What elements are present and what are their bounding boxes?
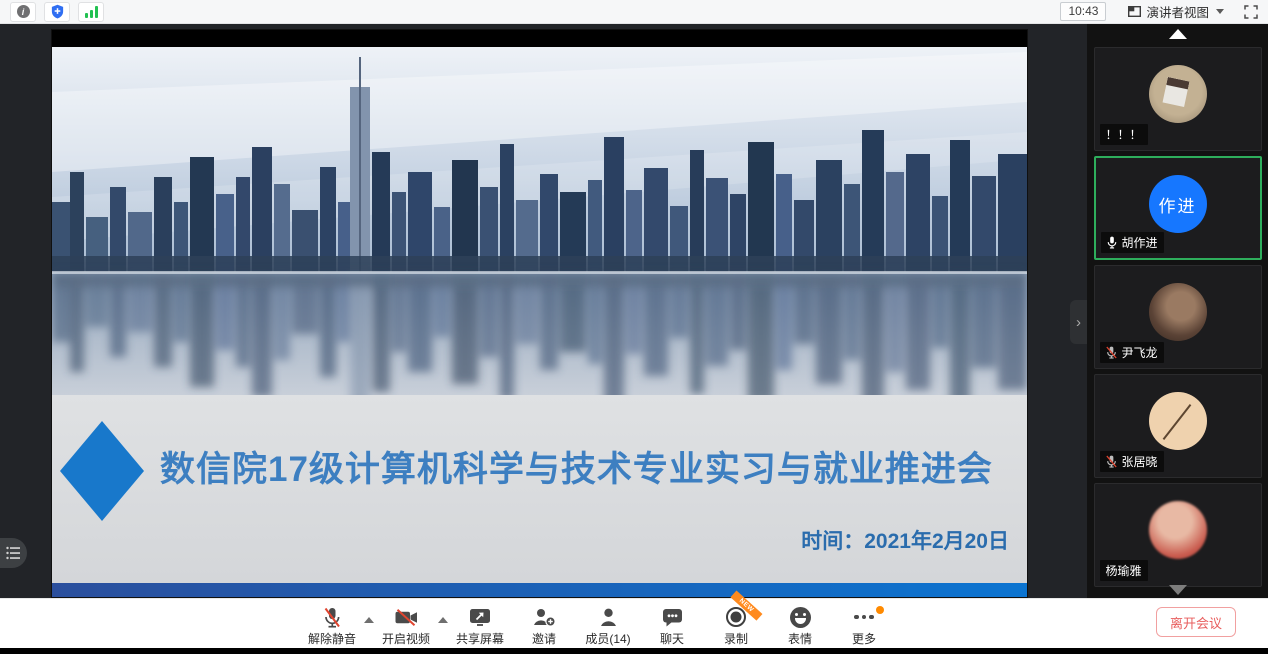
more-button[interactable]: 更多: [838, 605, 890, 647]
more-label: 更多: [852, 630, 876, 647]
participant-tile-active-speaker[interactable]: 作进 胡作进: [1094, 156, 1262, 260]
scroll-up-arrow[interactable]: [1169, 29, 1187, 39]
start-video-label: 开启视频: [382, 630, 430, 647]
notification-dot: [876, 606, 884, 614]
participant-name-badge: 胡作进: [1101, 232, 1164, 253]
video-options-caret[interactable]: [438, 617, 448, 623]
avatar: 作进: [1149, 175, 1207, 233]
security-shield-icon: [50, 4, 65, 19]
presentation-slide: 数信院17级计算机科学与技术专业实习与就业推进会 时间：2021年2月20日: [52, 30, 1027, 597]
avatar: [1149, 283, 1207, 341]
mic-on-icon: [1107, 236, 1117, 249]
slide-title: 数信院17级计算机科学与技术专业实习与就业推进会: [160, 441, 993, 492]
scroll-down-arrow[interactable]: [1169, 585, 1187, 595]
unmute-label: 解除静音: [308, 630, 356, 647]
start-video-button[interactable]: 开启视频: [380, 605, 432, 647]
invite-button[interactable]: 邀请: [518, 605, 570, 647]
slide-letterbox-strip: [52, 30, 1027, 47]
view-mode-label: 演讲者视图: [1146, 2, 1209, 21]
camera-off-icon: [395, 609, 418, 626]
invite-label: 邀请: [532, 630, 556, 647]
mic-muted-icon: [1106, 346, 1117, 359]
slide-skyline-photo: [52, 47, 1027, 395]
agenda-panel-toggle-button[interactable]: [0, 538, 27, 568]
chevron-down-icon: [1216, 9, 1224, 14]
slide-title-section: 数信院17级计算机科学与技术专业实习与就业推进会 时间：2021年2月20日: [52, 395, 1027, 583]
emoji-button[interactable]: 表情: [774, 605, 826, 647]
participant-name-badge: 杨瑜雅: [1100, 560, 1148, 581]
security-button[interactable]: [44, 2, 70, 22]
info-icon: i: [17, 5, 30, 18]
emoji-icon: [790, 607, 811, 628]
fullscreen-button[interactable]: [1244, 5, 1258, 19]
audio-options-caret[interactable]: [364, 617, 374, 623]
participant-tile[interactable]: 尹飞龙: [1094, 265, 1262, 369]
unmute-button[interactable]: 解除静音: [306, 605, 358, 647]
diamond-bullet-icon: [60, 421, 144, 521]
participant-name: ！！！: [1106, 126, 1142, 143]
meeting-time: 10:43: [1060, 2, 1106, 21]
meeting-toolbar: 解除静音 开启视频: [0, 598, 1268, 648]
avatar: [1149, 65, 1207, 123]
network-button[interactable]: [78, 2, 104, 22]
participant-tile[interactable]: 张居晓: [1094, 374, 1262, 478]
speaker-view-layout-icon: [1128, 6, 1141, 17]
chevron-right-icon: ›: [1076, 314, 1081, 331]
participant-name: 杨瑜雅: [1106, 562, 1142, 579]
network-signal-icon: [85, 6, 98, 18]
participant-name-badge: 张居晓: [1100, 451, 1164, 472]
record-label: 录制: [724, 630, 748, 647]
participant-tiles: ！！！ 作进 胡作进: [1094, 47, 1262, 587]
chat-label: 聊天: [660, 630, 684, 647]
avatar: [1149, 392, 1207, 450]
chat-icon: [662, 608, 683, 627]
participant-name: 张居晓: [1122, 453, 1158, 470]
mic-muted-icon: [1106, 455, 1117, 468]
meeting-top-bar: i 10:43 演讲者视图: [0, 0, 1268, 24]
members-button[interactable]: 成员(14): [582, 605, 634, 647]
chat-button[interactable]: 聊天: [646, 605, 698, 647]
invite-icon: [533, 608, 556, 627]
participant-name: 胡作进: [1122, 234, 1158, 251]
record-button[interactable]: NEW 录制: [710, 605, 762, 647]
participant-name-badge: ！！！: [1100, 124, 1148, 145]
record-icon: [726, 607, 746, 627]
view-mode-button[interactable]: 演讲者视图: [1128, 2, 1224, 21]
sidebar-collapse-button[interactable]: ›: [1070, 300, 1087, 344]
fullscreen-icon: [1244, 5, 1258, 19]
shared-screen-stage: 数信院17级计算机科学与技术专业实习与就业推进会 时间：2021年2月20日 ›: [0, 24, 1087, 598]
share-screen-label: 共享屏幕: [456, 630, 504, 647]
members-icon: [600, 608, 617, 627]
participant-tile[interactable]: 杨瑜雅: [1094, 483, 1262, 587]
slide-date: 时间：2021年2月20日: [801, 525, 1009, 555]
participant-name-badge: 尹飞龙: [1100, 342, 1164, 363]
meeting-content: 数信院17级计算机科学与技术专业实习与就业推进会 时间：2021年2月20日 ›…: [0, 24, 1268, 598]
mic-muted-icon: [322, 607, 342, 628]
participants-sidebar: ！！！ 作进 胡作进: [1087, 24, 1268, 598]
emoji-label: 表情: [788, 630, 812, 647]
list-icon: [6, 546, 21, 560]
info-button[interactable]: i: [10, 2, 36, 22]
avatar: [1149, 501, 1207, 559]
share-screen-button[interactable]: 共享屏幕: [454, 605, 506, 647]
participant-name: 尹飞龙: [1122, 344, 1158, 361]
participant-tile[interactable]: ！！！: [1094, 47, 1262, 151]
more-icon: [854, 615, 874, 620]
members-label: 成员(14): [585, 630, 630, 647]
share-screen-icon: [469, 608, 491, 626]
leave-meeting-button[interactable]: 离开会议: [1156, 607, 1236, 637]
slide-bottom-bar: [52, 583, 1027, 597]
